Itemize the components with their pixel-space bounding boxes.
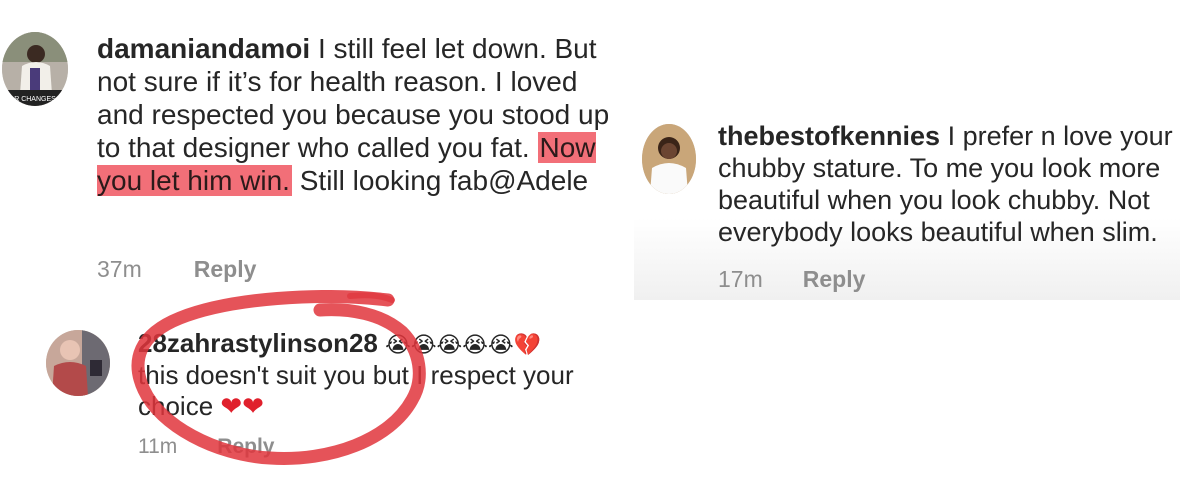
- avatar-image: R CHANGES: [2, 32, 68, 106]
- crying-emojis: 😭😭😭😭😭💔: [385, 332, 542, 357]
- comment-body: damaniandamoi I still feel let down. But…: [97, 32, 627, 197]
- timestamp: 37m: [97, 256, 142, 282]
- comment-text-end: Still looking fab@Adele: [291, 165, 589, 196]
- reply-text: this doesn't suit you but I respect your…: [138, 360, 574, 421]
- comment-username[interactable]: damaniandamoi: [97, 33, 310, 64]
- comment-thebestofkennies: thebestofkennies I prefer n love your ch…: [634, 118, 1180, 300]
- avatar[interactable]: [642, 124, 696, 194]
- comment-username[interactable]: thebestofkennies: [718, 121, 940, 151]
- heart-emojis: ❤❤: [220, 391, 264, 421]
- reply-button[interactable]: Reply: [217, 435, 274, 458]
- avatar-image: [642, 124, 696, 194]
- comment-meta: 37m Reply: [97, 256, 256, 283]
- avatar-image: [46, 330, 110, 396]
- avatar[interactable]: [46, 330, 110, 396]
- reply-button[interactable]: Reply: [194, 256, 257, 282]
- reply-meta: 11m Reply: [138, 435, 274, 459]
- reply-body: 28zahrastylinson28 😭😭😭😭😭💔 this doesn't s…: [138, 328, 598, 422]
- reply-username[interactable]: 28zahrastylinson28: [138, 328, 378, 358]
- comment-meta: 17m Reply: [718, 266, 865, 293]
- timestamp: 17m: [718, 266, 763, 292]
- comment-body: thebestofkennies I prefer n love your ch…: [718, 120, 1180, 248]
- avatar-caption: R CHANGES: [14, 96, 56, 103]
- timestamp: 11m: [138, 435, 178, 458]
- reply-button[interactable]: Reply: [803, 266, 866, 292]
- avatar[interactable]: R CHANGES: [2, 32, 68, 106]
